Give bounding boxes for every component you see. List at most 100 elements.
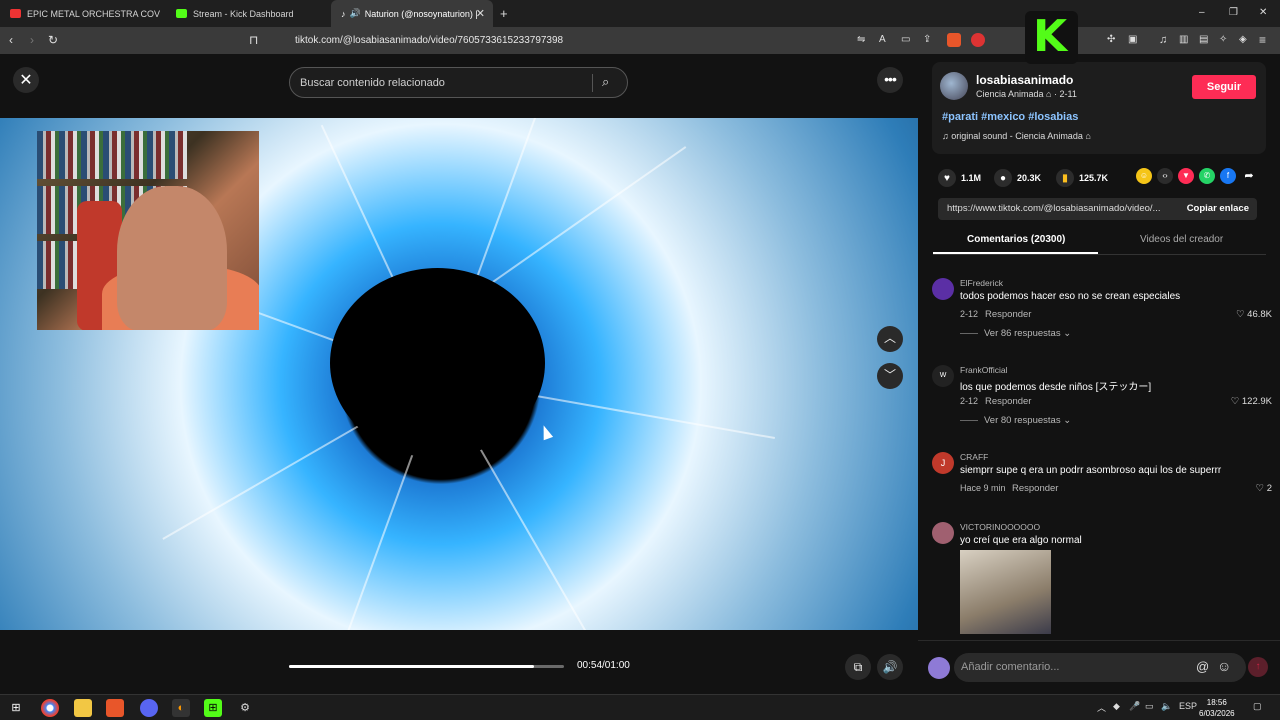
like-stat[interactable]: ♥ 1.1M (938, 169, 981, 187)
video-area: ✕ Buscar contenido relacionado ⌕ ••• ︿ ﹀… (0, 54, 918, 694)
chrome-icon[interactable] (41, 699, 59, 717)
tab-creator-videos[interactable]: Videos del creador (1140, 234, 1223, 245)
comment-input[interactable]: Añadir comentario... @ ☺ (954, 653, 1246, 682)
reload-icon[interactable]: ↻ (48, 33, 58, 47)
more-options-button[interactable]: ••• (877, 67, 903, 93)
comment-like[interactable]: ♡ 46.8K (1236, 309, 1272, 320)
active-tab-indicator (933, 252, 1098, 254)
comment-text: los que podemos desde niños [ステッカー] (960, 382, 1152, 393)
app-icon[interactable]: ⊞ (204, 699, 222, 717)
creator-avatar[interactable] (940, 72, 968, 100)
extensions-icon[interactable]: ✣ (1107, 33, 1115, 47)
kick-logo: K (1025, 11, 1078, 64)
tab-tiktok[interactable]: ♪ 🔊 Naturion (@nosoynaturion) | ✕ (331, 0, 493, 27)
windows-start-icon[interactable]: ⊞ (7, 699, 25, 717)
commenter-name[interactable]: FrankOfficial (960, 365, 1008, 375)
tab-comments[interactable]: Comentarios (20300) (967, 234, 1065, 245)
view-replies[interactable]: Ver 80 respuestas ⌄ (960, 415, 1071, 426)
leo-icon[interactable]: ▤ (1199, 33, 1208, 47)
discord-icon[interactable] (140, 699, 158, 717)
emoji-icon[interactable]: ☺ (1217, 658, 1231, 674)
send-icon[interactable]: ▼ (1178, 168, 1194, 184)
comment-stat[interactable]: ● 20.3K (994, 169, 1041, 187)
speaker-icon: 🔊 (349, 8, 361, 18)
sound-link[interactable]: ♫ original sound - Ciencia Animada ⌂ (942, 131, 1091, 141)
commenter-name[interactable]: CRAFF (960, 452, 988, 462)
minimize-button[interactable]: – (1199, 7, 1205, 18)
tray-app-icon[interactable]: ◆ (1113, 701, 1120, 712)
settings-app-icon[interactable]: ⚙ (236, 699, 254, 717)
tab-label: EPIC METAL ORCHESTRA COVERS | P (27, 8, 160, 19)
share-link[interactable]: https://www.tiktok.com/@losabiasanimado/… (947, 203, 1173, 214)
volume-tray-icon[interactable]: 🔈 (1161, 701, 1172, 712)
comment-composer: Añadir comentario... @ ☺ ↑ (918, 640, 1280, 694)
close-tab-icon[interactable]: ✕ (476, 7, 485, 20)
back-icon[interactable]: ‹ (9, 33, 13, 47)
creator-username[interactable]: losabiasanimado (976, 73, 1073, 87)
close-button[interactable]: ✕ (13, 67, 39, 93)
reply-button[interactable]: Responder (1012, 483, 1058, 494)
notifications-icon[interactable]: ▢ (1253, 701, 1262, 712)
commenter-avatar[interactable]: W (932, 365, 954, 387)
more-share-icon[interactable]: ➦ (1241, 168, 1257, 184)
share-page-icon[interactable]: ⇪ (923, 33, 931, 47)
commenter-name[interactable]: ElFrederick (960, 278, 1003, 288)
forward-icon[interactable]: › (30, 33, 34, 47)
cast-icon[interactable]: ▭ (901, 33, 910, 47)
send-comment-button[interactable]: ↑ (1248, 657, 1268, 677)
view-replies-label: Ver 80 respuestas ⌄ (984, 415, 1072, 426)
reply-button[interactable]: Responder (985, 309, 1031, 320)
system-clock[interactable]: 18:56 6/03/2026 (1199, 697, 1235, 719)
input-language[interactable]: ESP (1179, 701, 1197, 711)
comment-like[interactable]: ♡ 2 (1256, 483, 1272, 494)
search-box[interactable]: Buscar contenido relacionado ⌕ (289, 67, 628, 98)
friends-share-icon[interactable]: ☺ (1136, 168, 1152, 184)
save-stat[interactable]: ▮ 125.7K (1056, 169, 1108, 187)
network-icon[interactable]: ▭ (1145, 701, 1154, 712)
restore-button[interactable]: ❐ (1229, 7, 1238, 18)
follow-button[interactable]: Seguir (1192, 75, 1256, 99)
ai-icon[interactable]: ✧ (1219, 33, 1227, 47)
music-icon[interactable]: ♫ (1159, 33, 1167, 47)
next-video-button[interactable]: ﹀ (877, 363, 903, 389)
sidebar-icon[interactable]: ▥ (1179, 33, 1188, 47)
volume-icon[interactable]: 🔊 (877, 654, 903, 680)
brave-shield-icon[interactable] (947, 33, 961, 47)
translate-icon[interactable]: ⇋ (857, 33, 865, 47)
facebook-icon[interactable]: f (1220, 168, 1236, 184)
tab-kick-dashboard[interactable]: Stream - Kick Dashboard (166, 0, 326, 27)
tab-epic-metal[interactable]: EPIC METAL ORCHESTRA COVERS | P (0, 0, 160, 27)
search-icon[interactable]: ⌕ (602, 74, 609, 90)
commenter-avatar[interactable]: J (932, 452, 954, 474)
bookmark-icon[interactable]: ⊓ (249, 33, 258, 47)
menu-icon[interactable]: ≡ (1259, 33, 1266, 47)
vpn-icon[interactable]: ◈ (1239, 33, 1247, 47)
commenter-name[interactable]: VICTORINOOOOOO (960, 522, 1040, 532)
whatsapp-icon[interactable]: ✆ (1199, 168, 1215, 184)
comment-image[interactable] (960, 550, 1051, 634)
obs-icon[interactable]: ◐ (172, 699, 190, 717)
brave-icon[interactable] (106, 699, 124, 717)
wallet-icon[interactable]: ▣ (1128, 33, 1137, 47)
hashtags[interactable]: #parati #mexico #losabias (942, 111, 1078, 123)
reply-button[interactable]: Responder (985, 396, 1031, 407)
commenter-avatar[interactable] (932, 278, 954, 300)
brave-rewards-icon[interactable] (971, 33, 985, 47)
copy-link-button[interactable]: Copiar enlace (1187, 203, 1249, 214)
file-explorer-icon[interactable] (74, 699, 92, 717)
pip-icon[interactable]: ⧉ (845, 654, 871, 680)
previous-video-button[interactable]: ︿ (877, 326, 903, 352)
view-replies[interactable]: Ver 86 respuestas ⌄ (960, 328, 1071, 339)
embed-icon[interactable]: ‹› (1157, 168, 1173, 184)
comment-like[interactable]: ♡ 122.9K (1231, 396, 1272, 407)
mention-icon[interactable]: @ (1196, 659, 1209, 674)
address-bar[interactable]: tiktok.com/@losabiasanimado/video/760573… (295, 35, 563, 46)
new-tab-button[interactable]: + (500, 6, 508, 21)
commenter-avatar[interactable] (932, 522, 954, 544)
tray-chevron-icon[interactable]: ︿ (1097, 701, 1106, 714)
search-input[interactable]: Buscar contenido relacionado (300, 77, 445, 89)
microphone-icon[interactable]: 🎤 (1129, 701, 1140, 712)
progress-bar[interactable] (289, 665, 564, 668)
language-icon[interactable]: A (879, 33, 886, 47)
close-window-button[interactable]: ✕ (1259, 7, 1267, 18)
